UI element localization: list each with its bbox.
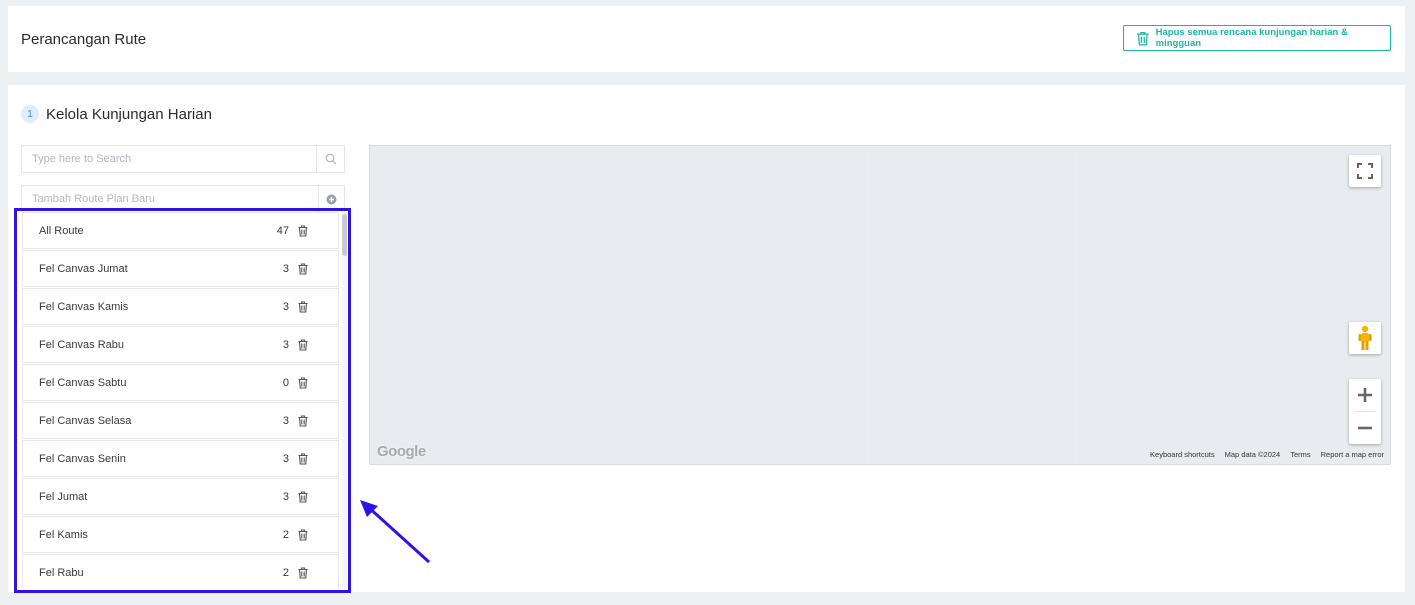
trash-icon[interactable] bbox=[296, 528, 310, 542]
trash-icon[interactable] bbox=[296, 224, 310, 238]
plus-circle-icon bbox=[326, 194, 337, 204]
route-name: Fel Canvas Sabtu bbox=[39, 376, 127, 389]
route-count: 3 bbox=[282, 452, 289, 465]
route-item[interactable]: Fel Canvas Selasa 3 bbox=[22, 402, 339, 439]
route-item[interactable]: Fel Canvas Sabtu 0 bbox=[22, 364, 339, 401]
route-item[interactable]: All Route 47 bbox=[22, 212, 339, 249]
add-route-box bbox=[21, 185, 345, 213]
google-logo: Google bbox=[377, 443, 426, 460]
search-button[interactable] bbox=[316, 146, 344, 172]
plus-icon bbox=[1358, 388, 1372, 402]
route-count: 2 bbox=[282, 528, 289, 541]
fullscreen-icon bbox=[1357, 163, 1373, 179]
zoom-out-button[interactable] bbox=[1349, 412, 1381, 444]
route-item[interactable]: Fel Canvas Rabu 3 bbox=[22, 326, 339, 363]
route-count: 3 bbox=[282, 490, 289, 503]
route-list: All Route 47 Fel Canvas Jumat 3 Fel Canv… bbox=[21, 212, 347, 588]
trash-icon[interactable] bbox=[296, 452, 310, 466]
map-footer: Keyboard shortcuts Map data ©2024 Terms … bbox=[1150, 450, 1384, 459]
trash-icon bbox=[1136, 31, 1149, 45]
page-title: Perancangan Rute bbox=[21, 31, 147, 48]
route-count: 3 bbox=[282, 300, 289, 313]
report-map-error-link[interactable]: Report a map error bbox=[1321, 450, 1384, 459]
minus-icon bbox=[1358, 426, 1372, 430]
map-data-label: Map data ©2024 bbox=[1224, 450, 1281, 459]
street-view-pegman[interactable] bbox=[1349, 322, 1381, 354]
route-count: 47 bbox=[276, 224, 289, 237]
route-name: Fel Canvas Jumat bbox=[39, 262, 128, 275]
step-badge: 1 bbox=[21, 105, 39, 123]
route-count: 0 bbox=[282, 376, 289, 389]
clear-all-plans-button[interactable]: Hapus semua rencana kunjungan harian & m… bbox=[1123, 25, 1391, 51]
map-tiles bbox=[461, 146, 1283, 464]
route-item[interactable]: Fel Rabu 2 bbox=[22, 554, 339, 588]
route-name: Fel Rabu bbox=[39, 566, 84, 579]
route-count: 2 bbox=[282, 566, 289, 579]
add-route-button[interactable] bbox=[318, 186, 344, 212]
pegman-icon bbox=[1358, 325, 1372, 350]
route-name: Fel Jumat bbox=[39, 490, 88, 503]
header-card: Perancangan Rute Hapus semua rencana kun… bbox=[8, 6, 1405, 72]
route-item[interactable]: Fel Canvas Kamis 3 bbox=[22, 288, 339, 325]
route-list-scrollbar[interactable] bbox=[342, 212, 347, 588]
trash-icon[interactable] bbox=[296, 566, 310, 580]
terms-link[interactable]: Terms bbox=[1290, 450, 1310, 459]
route-name: Fel Canvas Rabu bbox=[39, 338, 124, 351]
trash-icon[interactable] bbox=[296, 338, 310, 352]
trash-icon[interactable] bbox=[296, 300, 310, 314]
route-name: Fel Canvas Senin bbox=[39, 452, 126, 465]
route-count: 3 bbox=[282, 414, 289, 427]
trash-icon[interactable] bbox=[296, 414, 310, 428]
search-box bbox=[21, 145, 345, 173]
route-name: Fel Canvas Selasa bbox=[39, 414, 132, 427]
zoom-in-button[interactable] bbox=[1349, 379, 1381, 411]
trash-icon[interactable] bbox=[296, 490, 310, 504]
route-item[interactable]: Fel Canvas Jumat 3 bbox=[22, 250, 339, 287]
search-input[interactable] bbox=[22, 146, 332, 172]
route-name: Fel Kamis bbox=[39, 528, 88, 541]
route-item[interactable]: Fel Canvas Senin 3 bbox=[22, 440, 339, 477]
trash-icon[interactable] bbox=[296, 376, 310, 390]
route-count: 3 bbox=[282, 338, 289, 351]
map-view[interactable]: Google Keyboard shortcuts Map data ©2024… bbox=[369, 145, 1391, 465]
clear-all-plans-label: Hapus semua rencana kunjungan harian & m… bbox=[1155, 27, 1348, 49]
route-item[interactable]: Fel Jumat 3 bbox=[22, 478, 339, 515]
add-route-input[interactable] bbox=[22, 186, 332, 212]
section-title: Kelola Kunjungan Harian bbox=[46, 106, 212, 123]
fullscreen-button[interactable] bbox=[1349, 155, 1381, 187]
route-item[interactable]: Fel Kamis 2 bbox=[22, 516, 339, 553]
route-name: All Route bbox=[39, 224, 84, 237]
search-icon bbox=[325, 153, 336, 165]
scrollbar-thumb[interactable] bbox=[342, 214, 347, 256]
route-name: Fel Canvas Kamis bbox=[39, 300, 129, 313]
route-count: 3 bbox=[282, 262, 289, 275]
keyboard-shortcuts-link[interactable]: Keyboard shortcuts bbox=[1150, 450, 1215, 459]
trash-icon[interactable] bbox=[296, 262, 310, 276]
zoom-controls bbox=[1349, 379, 1381, 444]
